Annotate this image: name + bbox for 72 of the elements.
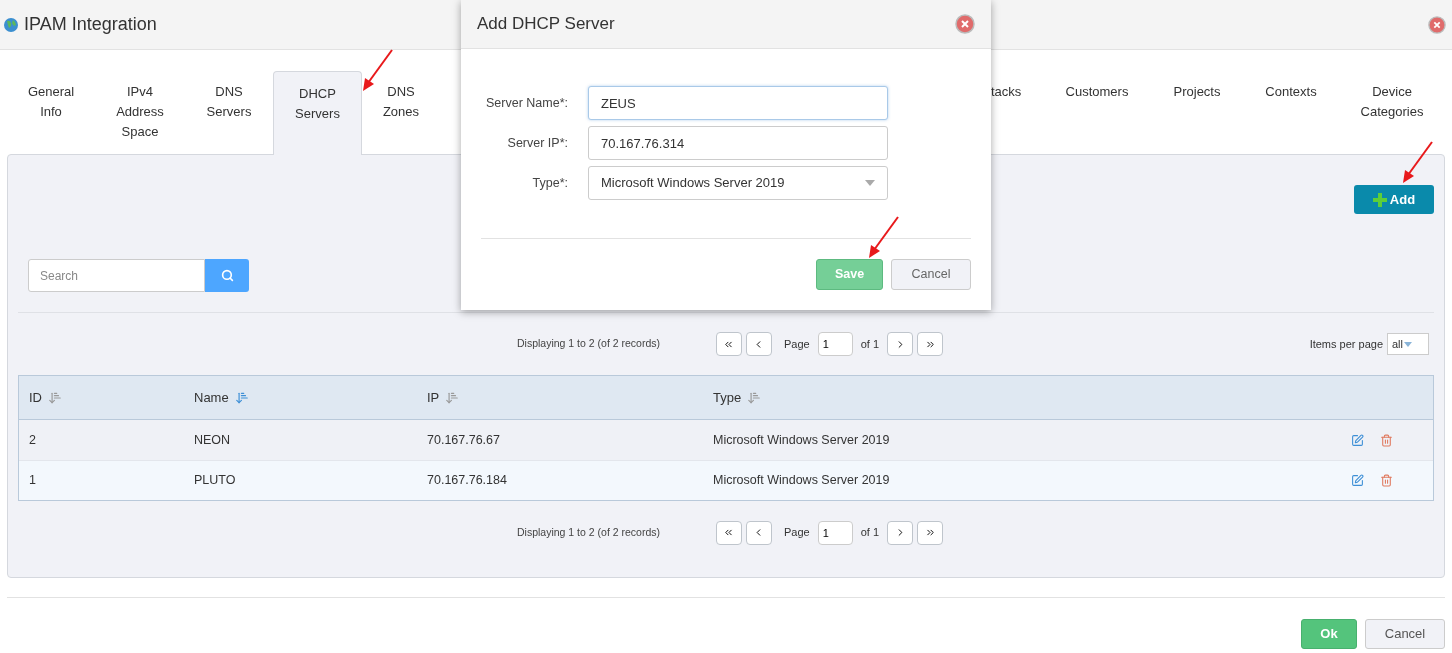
page-label: Page xyxy=(784,336,810,352)
table-cell-text: 2 xyxy=(29,431,37,449)
edit-icon[interactable] xyxy=(1351,474,1364,487)
cancel-button[interactable]: Cancel xyxy=(1365,619,1445,649)
first-page-button[interactable] xyxy=(716,520,742,545)
search-button[interactable] xyxy=(205,259,249,292)
double-chevron-left-icon xyxy=(723,527,735,538)
page-count: of 1 xyxy=(860,336,880,352)
previous-page-button[interactable] xyxy=(746,332,772,356)
tab[interactable]: DNS Servers xyxy=(185,70,273,154)
next-page-button[interactable] xyxy=(887,520,914,545)
column-header[interactable]: Name xyxy=(194,387,229,408)
double-chevron-right-icon xyxy=(924,527,936,538)
plus-icon xyxy=(1372,192,1387,207)
tab[interactable]: Projects xyxy=(1151,70,1243,154)
field-label: Server Name*: xyxy=(485,94,568,112)
cancel-button[interactable]: Cancel xyxy=(891,259,971,290)
table-cell-text: 70.167.76.184 xyxy=(427,472,508,490)
field-label: Type*: xyxy=(531,174,568,192)
sort-icon[interactable] xyxy=(234,390,249,405)
tab[interactable]: General Info xyxy=(7,70,95,154)
add-button[interactable]: Add xyxy=(1354,185,1434,214)
sort-icon[interactable] xyxy=(48,390,62,405)
tab[interactable]: Contexts xyxy=(1243,70,1339,154)
tab[interactable]: Customers xyxy=(1043,70,1151,154)
table-cell-text: Microsoft Windows Server 2019 xyxy=(713,431,891,449)
dialog-title: Add DHCP Server xyxy=(477,13,615,36)
field-label: Server IP*: xyxy=(506,134,568,152)
records-summary: Displaying 1 to 2 (of 2 records) xyxy=(517,524,660,540)
page-label: Page xyxy=(784,525,810,541)
sort-icon[interactable] xyxy=(747,390,762,405)
close-icon[interactable] xyxy=(955,14,975,34)
tab[interactable]: tacks xyxy=(991,70,1043,154)
caret-icon xyxy=(865,180,875,186)
tab[interactable]: Device Categories xyxy=(1339,70,1445,154)
type-select[interactable]: Microsoft Windows Server 2019 xyxy=(588,166,888,200)
table-cell-text: Microsoft Windows Server 2019 xyxy=(713,472,891,490)
search-field[interactable]: Search xyxy=(28,259,205,292)
annotation-arrow xyxy=(866,216,900,260)
globe-icon xyxy=(3,16,19,33)
table-cell-text: 1 xyxy=(29,472,37,490)
table-cell-text: 70.167.76.67 xyxy=(427,431,501,449)
table-cell-text: PLUTO xyxy=(194,472,237,490)
edit-icon[interactable] xyxy=(1351,433,1364,447)
column-header[interactable]: Type xyxy=(713,387,742,408)
caret-icon xyxy=(1404,341,1412,347)
items-per-page-label: Items per page xyxy=(1309,336,1383,352)
next-page-button[interactable] xyxy=(887,332,914,356)
page-count: of 1 xyxy=(860,525,880,541)
last-page-button[interactable] xyxy=(917,332,944,356)
tab[interactable]: IPv4 Address Space xyxy=(95,70,185,154)
text-field[interactable]: 70.167.76.314 xyxy=(588,126,888,160)
page-input[interactable]: 1 xyxy=(817,520,853,545)
last-page-button[interactable] xyxy=(917,520,944,545)
previous-page-button[interactable] xyxy=(746,520,772,545)
tab[interactable]: DNS Zones xyxy=(362,70,440,154)
window-title: IPAM Integration xyxy=(24,13,157,36)
records-summary: Displaying 1 to 2 (of 2 records) xyxy=(517,336,660,352)
close-icon[interactable] xyxy=(1428,15,1446,34)
delete-icon[interactable] xyxy=(1380,433,1393,447)
column-header[interactable]: ID xyxy=(29,387,42,408)
page-input[interactable]: 1 xyxy=(817,332,853,356)
column-header[interactable]: IP xyxy=(427,387,440,408)
first-page-button[interactable] xyxy=(716,332,742,356)
search-icon xyxy=(220,269,234,282)
sort-icon[interactable] xyxy=(445,390,460,405)
table-cell-text: NEON xyxy=(194,431,232,449)
text-field[interactable]: ZEUS xyxy=(588,86,888,120)
delete-icon[interactable] xyxy=(1380,474,1393,487)
annotation-arrow xyxy=(1400,141,1434,185)
tab[interactable]: DHCP Servers xyxy=(273,71,362,155)
items-per-page-select[interactable]: all xyxy=(1387,333,1429,355)
